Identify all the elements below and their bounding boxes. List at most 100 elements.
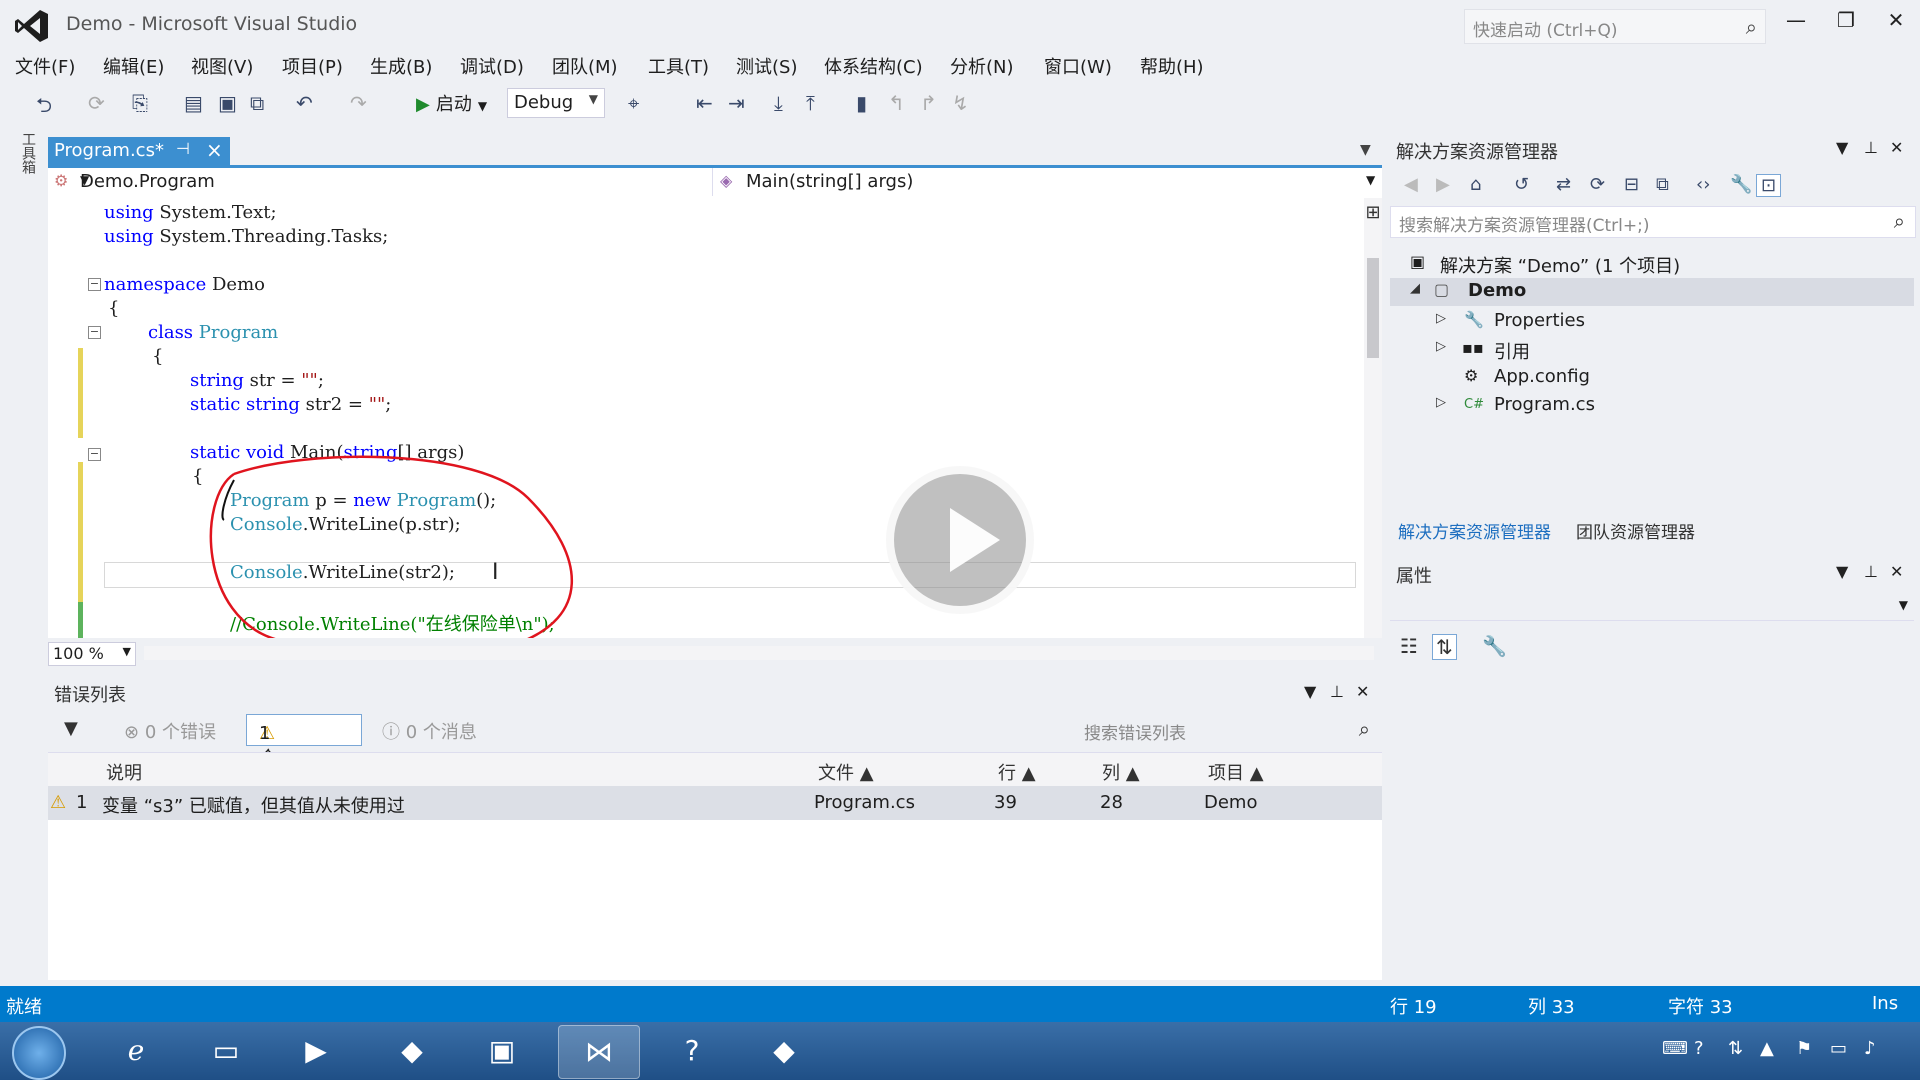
menu-edit[interactable]: 编辑(E) (103, 53, 164, 79)
search-icon[interactable]: ⌕ (1746, 15, 1757, 39)
media-player-icon[interactable]: ▶ (276, 1025, 356, 1077)
column-col[interactable]: 列 ▲ (1102, 759, 1140, 785)
help-tray-icon[interactable]: ? (1694, 1038, 1704, 1059)
preview-icon[interactable]: ⊡ (1756, 174, 1782, 197)
chevron-down-icon[interactable]: ▼ (1836, 562, 1848, 581)
visual-studio-taskbar-icon[interactable]: ⋈ (558, 1025, 640, 1079)
pin-icon[interactable]: ⊥ (1330, 682, 1344, 701)
tab-team-explorer[interactable]: 团队资源管理器 (1576, 518, 1695, 543)
warnings-filter[interactable]: ⚠ 1 个警告 (246, 714, 362, 821)
editor-horizontal-scrollbar[interactable] (144, 646, 1374, 660)
column-line[interactable]: 行 ▲ (998, 759, 1036, 785)
menu-tools[interactable]: 工具(T) (648, 53, 709, 79)
video-play-button[interactable] (886, 466, 1034, 614)
search-icon[interactable]: ⌕ (1894, 209, 1905, 233)
errors-filter[interactable]: ⊗ 0 个错误 (124, 718, 216, 744)
error-search-input[interactable]: 搜索错误列表 ⌕ (1078, 716, 1378, 744)
forward-icon[interactable]: ▶ (1436, 174, 1450, 195)
menu-analyze[interactable]: 分析(N) (950, 53, 1014, 79)
show-all-files-icon[interactable]: ⧉ (1656, 174, 1669, 195)
close-icon[interactable]: ✕ (1890, 138, 1903, 157)
view-code-icon[interactable]: ‹› (1696, 174, 1710, 195)
class-dropdown[interactable]: ⚙ Demo.Program ▼ (48, 168, 713, 196)
close-window-button[interactable]: ✕ (1876, 8, 1916, 38)
help-icon[interactable]: ? (652, 1025, 732, 1077)
alphabetical-icon[interactable]: ⇅ (1432, 634, 1457, 660)
close-icon[interactable]: ✕ (1356, 682, 1369, 701)
expanded-arrow-icon[interactable]: ◢ (1410, 281, 1420, 296)
next-bookmark-icon[interactable]: ↱ (920, 91, 937, 115)
filter-icon[interactable]: ▼ (64, 718, 78, 739)
code-editor[interactable]: − − − using System.Text; using System.Th… (48, 198, 1364, 638)
zoom-select[interactable]: 100 % ▼ (48, 642, 136, 666)
menu-debug[interactable]: 调试(D) (460, 53, 524, 79)
chevron-down-icon[interactable]: ▼ (1836, 138, 1848, 157)
open-file-icon[interactable]: ▤ (184, 91, 203, 115)
menu-help[interactable]: 帮助(H) (1140, 53, 1204, 79)
keyboard-icon[interactable]: ⌨ (1662, 1038, 1688, 1059)
menu-project[interactable]: 项目(P) (282, 53, 343, 79)
menu-build[interactable]: 生成(B) (370, 53, 432, 79)
column-file[interactable]: 文件 ▲ (818, 759, 874, 785)
search-icon[interactable]: ⌕ (1359, 717, 1370, 741)
start-button[interactable]: ▶ 启动 ▼ (416, 90, 487, 116)
collapse-all-icon[interactable]: ⊟ (1624, 174, 1639, 195)
save-all-icon[interactable]: ⧉ (250, 91, 264, 115)
collapsed-arrow-icon[interactable]: ▷ (1436, 395, 1446, 410)
outdent-icon[interactable]: ⇥ (728, 91, 745, 115)
sync-icon[interactable]: ⇄ (1556, 174, 1571, 195)
tree-item-program-cs[interactable]: ▷ C# Program.cs (1390, 392, 1914, 420)
menu-view[interactable]: 视图(V) (191, 53, 253, 79)
menu-team[interactable]: 团队(M) (552, 53, 618, 79)
pin-icon[interactable]: ⊣ (176, 139, 190, 158)
split-editor-icon[interactable]: ⊞ (1364, 202, 1382, 223)
object-selector[interactable]: ▼ (1390, 592, 1914, 621)
property-pages-icon[interactable]: 🔧 (1482, 634, 1507, 658)
tab-program-cs[interactable]: Program.cs* ⊣ × (48, 137, 230, 165)
messages-filter[interactable]: ⓘ 0 个消息 (382, 718, 477, 744)
file-explorer-icon[interactable]: ▭ (186, 1025, 266, 1077)
collapsed-arrow-icon[interactable]: ▷ (1436, 339, 1446, 354)
back-icon[interactable]: ◀ (1404, 174, 1418, 195)
menu-file[interactable]: 文件(F) (15, 53, 75, 79)
chevron-down-icon[interactable]: ▼ (1360, 142, 1371, 158)
menu-window[interactable]: 窗口(W) (1044, 53, 1112, 79)
back-icon[interactable]: ⮌ (36, 91, 52, 125)
table-row[interactable]: ⚠ 1 变量 “s3” 已赋值，但其值从未使用过 Program.cs 39 2… (48, 786, 1382, 820)
save-icon[interactable]: ▣ (218, 91, 237, 115)
home-icon[interactable]: ⌂ (1470, 174, 1481, 195)
refresh-icon[interactable]: ⟳ (1590, 174, 1605, 195)
indent-icon[interactable]: ⇤ (696, 91, 713, 115)
column-description[interactable]: 说明 (106, 759, 142, 785)
properties-icon[interactable]: 🔧 (1730, 174, 1752, 195)
bookmark-icon[interactable]: ▮ (856, 91, 867, 115)
find-icon[interactable]: ⌖ (628, 91, 639, 115)
collapsed-arrow-icon[interactable]: ▷ (1436, 311, 1446, 326)
tab-solution-explorer[interactable]: 解决方案资源管理器 (1398, 518, 1551, 543)
history-icon[interactable]: ↺ (1514, 174, 1529, 195)
app-icon[interactable]: ◆ (744, 1025, 824, 1077)
toolbox-tab[interactable]: 工具箱 (16, 132, 38, 192)
tree-item-properties[interactable]: ▷ 🔧 Properties (1390, 308, 1914, 336)
tree-item-solution[interactable]: ▣ 解决方案 “Demo” (1 个项目) (1390, 250, 1914, 278)
pin-icon[interactable]: ⊥ (1864, 562, 1878, 581)
network-icon[interactable]: ⇅ (1728, 1038, 1743, 1059)
categorized-icon[interactable]: ☷ (1400, 634, 1418, 658)
internet-explorer-icon[interactable]: ℯ (96, 1025, 176, 1077)
uncomment-icon[interactable]: ⤒ (806, 91, 815, 115)
editor-vertical-scrollbar[interactable] (1364, 198, 1382, 638)
comment-icon[interactable]: ⤓ (774, 91, 783, 115)
volume-icon[interactable]: ♪ (1864, 1038, 1876, 1059)
show-hidden-icon[interactable]: ▲ (1760, 1038, 1774, 1059)
chevron-down-icon[interactable]: ▼ (1304, 682, 1316, 701)
close-icon[interactable]: ✕ (1890, 562, 1903, 581)
solution-config-select[interactable]: Debug ▼ (507, 88, 605, 118)
pin-icon[interactable]: ⊥ (1864, 138, 1878, 157)
quick-launch-input[interactable]: 快速启动 (Ctrl+Q) ⌕ (1464, 9, 1766, 44)
minimize-button[interactable]: — (1776, 8, 1816, 38)
app-icon[interactable]: ◆ (372, 1025, 452, 1077)
close-tab-icon[interactable]: × (206, 138, 223, 162)
tree-item-references[interactable]: ▷ ▪▪ 引用 (1390, 336, 1914, 364)
prev-bookmark-icon[interactable]: ↰ (888, 91, 905, 115)
new-project-icon[interactable]: ⎘ (132, 91, 148, 115)
